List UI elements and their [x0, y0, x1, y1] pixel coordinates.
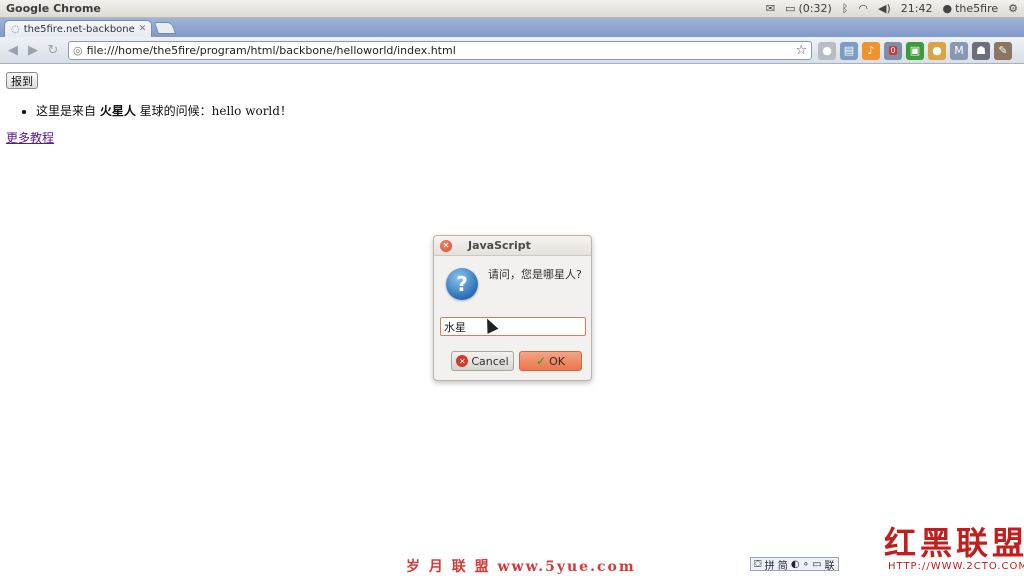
- user-icon: ●: [942, 2, 953, 15]
- ime-suffix: 联: [824, 560, 835, 572]
- battery-icon: ▭: [785, 2, 796, 15]
- ime-logo-icon: ⛋: [754, 558, 762, 570]
- greeting-planet: 火星人: [99, 104, 136, 118]
- battery-indicator[interactable]: ▭ (0:32): [785, 2, 832, 15]
- question-icon: ?: [446, 268, 478, 300]
- back-arrow-icon[interactable]: ◀: [4, 41, 22, 59]
- bookmark-star-icon[interactable]: ☆: [795, 43, 807, 58]
- ok-button[interactable]: ✓ OK: [519, 351, 582, 371]
- user-menu[interactable]: ● the5fire: [942, 2, 998, 15]
- report-button[interactable]: 报到: [6, 72, 38, 89]
- cancel-icon: ✕: [456, 355, 469, 367]
- browser-toolbar: ◀ ▶ ↻ ◎ file:///home/the5fire/program/ht…: [0, 37, 1024, 64]
- prompt-input[interactable]: [440, 317, 586, 336]
- volume-icon[interactable]: ◀): [878, 2, 891, 15]
- battery-time: (0:32): [798, 2, 832, 15]
- ime-label: 拼 简: [764, 560, 788, 572]
- extension-grey-icon[interactable]: ●: [818, 41, 836, 60]
- browser-tab-strip: ◌ the5fire.net-backbone ✕: [0, 18, 1024, 37]
- loading-favicon-icon: ◌: [11, 23, 20, 35]
- more-tutorials-link[interactable]: 更多教程: [6, 129, 54, 146]
- extension-badge-count: 0: [889, 46, 897, 55]
- list-item: 这里是来自 火星人 星球的问候：hello world！: [36, 102, 292, 119]
- address-bar[interactable]: ◎ file:///home/the5fire/program/html/bac…: [68, 41, 812, 60]
- active-app-name: Google Chrome: [6, 2, 101, 15]
- prompt-message: 请问，您是哪星人?: [488, 268, 582, 281]
- extension-badge-icon[interactable]: 0: [884, 41, 902, 60]
- page-info-icon[interactable]: ◎: [73, 44, 83, 57]
- ok-label: OK: [549, 354, 565, 368]
- cancel-label: Cancel: [471, 354, 509, 368]
- tab-title: the5fire.net-backbone: [23, 23, 135, 35]
- ime-tools-icon: ◐ ∘ ▭: [790, 558, 822, 570]
- browser-tab-active[interactable]: ◌ the5fire.net-backbone ✕: [4, 20, 152, 37]
- wifi-icon[interactable]: ◠: [858, 2, 868, 15]
- bottom-watermark: 岁 月 联 盟 www.5yue.com: [406, 559, 636, 575]
- settings-gear-icon[interactable]: ⚙: [1008, 2, 1018, 15]
- checkmark-icon: ✓: [536, 354, 547, 368]
- mail-icon[interactable]: ✉: [766, 2, 775, 15]
- extension-icons: ● ▤ ♪ 0 ▣ ● M ☗ ✎: [818, 41, 1012, 60]
- extension-window-icon[interactable]: ▤: [840, 41, 858, 60]
- panel-indicators: ✉ ▭ (0:32) ᛒ ◠ ◀) 21:42 ● the5fire ⚙: [766, 2, 1018, 15]
- extension-mail-icon[interactable]: M: [950, 41, 968, 60]
- new-tab-button[interactable]: [153, 22, 177, 34]
- bluetooth-icon[interactable]: ᛒ: [842, 2, 849, 15]
- forward-arrow-icon[interactable]: ▶: [24, 41, 42, 59]
- close-icon[interactable]: ✕: [440, 239, 452, 252]
- brand-watermark: 红黑联盟: [884, 524, 1024, 562]
- extension-bot-icon[interactable]: ☗: [972, 41, 990, 60]
- input-method-bar[interactable]: ⛋ 拼 简 ◐ ∘ ▭ 联: [750, 557, 839, 572]
- system-top-panel: Google Chrome ✉ ▭ (0:32) ᛒ ◠ ◀) 21:42 ● …: [0, 0, 1024, 18]
- url-text: file:///home/the5fire/program/html/backb…: [86, 44, 456, 57]
- greeting-suffix: 星球的问候：hello world！: [135, 104, 292, 118]
- reload-icon[interactable]: ↻: [44, 41, 62, 59]
- brand-watermark-url: HTTP://WWW.2CTO.COM: [888, 561, 1024, 572]
- user-name: the5fire: [955, 2, 999, 15]
- extension-green-icon[interactable]: ▣: [906, 41, 924, 60]
- clock[interactable]: 21:42: [901, 2, 933, 15]
- javascript-prompt-dialog: ✕ JavaScript ? 请问，您是哪星人? ✕ Cancel ✓ OK: [433, 235, 592, 381]
- extension-music-icon[interactable]: ♪: [862, 41, 880, 60]
- greeting-list: 这里是来自 火星人 星球的问候：hello world！: [20, 102, 292, 119]
- extension-cookie-icon[interactable]: ●: [928, 41, 946, 60]
- dialog-titlebar[interactable]: ✕ JavaScript: [434, 236, 591, 256]
- greeting-prefix: 这里是来自: [36, 104, 100, 118]
- close-tab-icon[interactable]: ✕: [139, 24, 147, 34]
- wrench-menu-icon[interactable]: ✎: [994, 41, 1012, 60]
- cancel-button[interactable]: ✕ Cancel: [451, 351, 514, 371]
- dialog-title: JavaScript: [468, 239, 531, 252]
